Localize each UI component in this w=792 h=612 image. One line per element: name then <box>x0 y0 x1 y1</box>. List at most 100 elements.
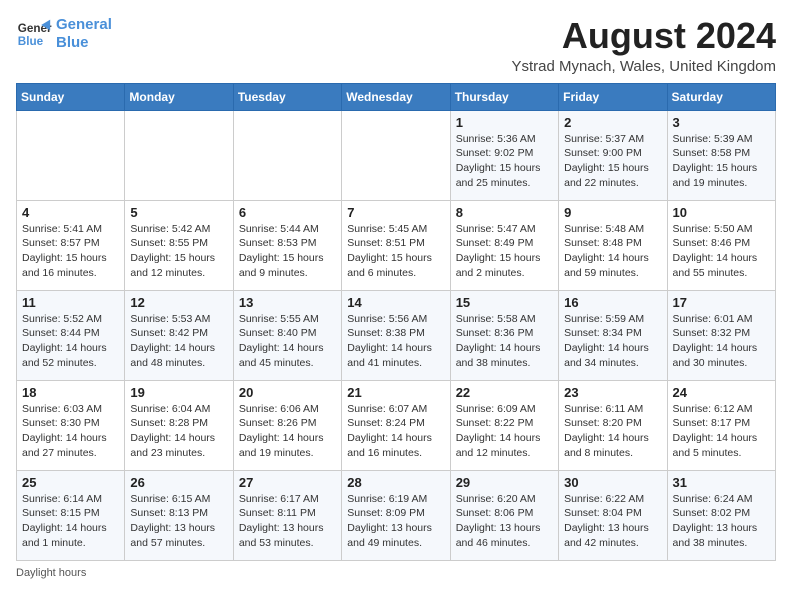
day-info: Sunrise: 6:15 AM Sunset: 8:13 PM Dayligh… <box>130 492 227 551</box>
calendar-cell: 10 Sunrise: 5:50 AM Sunset: 8:46 PM Dayli… <box>667 200 775 290</box>
day-number: 4 <box>22 205 119 220</box>
day-info: Sunrise: 6:09 AM Sunset: 8:22 PM Dayligh… <box>456 402 553 461</box>
day-number: 25 <box>22 475 119 490</box>
col-header-friday: Friday <box>559 83 667 110</box>
calendar-cell: 15 Sunrise: 5:58 AM Sunset: 8:36 PM Dayli… <box>450 290 558 380</box>
calendar-table: SundayMondayTuesdayWednesdayThursdayFrid… <box>16 83 776 561</box>
calendar-cell: 24 Sunrise: 6:12 AM Sunset: 8:17 PM Dayli… <box>667 380 775 470</box>
calendar-cell: 21Sunrise: 6:07 AM Sunset: 8:24 PM Dayli… <box>342 380 450 470</box>
calendar-week-1: 1 Sunrise: 5:36 AM Sunset: 9:02 PM Daylig… <box>17 110 776 200</box>
day-number: 15 <box>456 295 553 310</box>
calendar-week-4: 18 Sunrise: 6:03 AM Sunset: 8:30 PM Dayli… <box>17 380 776 470</box>
day-info: Sunrise: 5:36 AM Sunset: 9:02 PM Dayligh… <box>456 132 553 191</box>
day-info: Sunrise: 5:45 AM Sunset: 8:51 PM Dayligh… <box>347 222 444 281</box>
col-header-wednesday: Wednesday <box>342 83 450 110</box>
col-header-sunday: Sunday <box>17 83 125 110</box>
calendar-cell: 3Sunrise: 5:39 AM Sunset: 8:58 PM Daylig… <box>667 110 775 200</box>
col-header-tuesday: Tuesday <box>233 83 341 110</box>
calendar-week-2: 4Sunrise: 5:41 AM Sunset: 8:57 PM Daylig… <box>17 200 776 290</box>
calendar-cell: 23 Sunrise: 6:11 AM Sunset: 8:20 PM Dayli… <box>559 380 667 470</box>
calendar-cell: 18 Sunrise: 6:03 AM Sunset: 8:30 PM Dayli… <box>17 380 125 470</box>
calendar-cell: 5Sunrise: 5:42 AM Sunset: 8:55 PM Daylig… <box>125 200 233 290</box>
day-number: 19 <box>130 385 227 400</box>
day-info: Sunrise: 6:12 AM Sunset: 8:17 PM Dayligh… <box>673 402 770 461</box>
day-info: Sunrise: 5:39 AM Sunset: 8:58 PM Dayligh… <box>673 132 770 191</box>
calendar-cell: 6 Sunrise: 5:44 AM Sunset: 8:53 PM Daylig… <box>233 200 341 290</box>
day-number: 12 <box>130 295 227 310</box>
day-number: 31 <box>673 475 770 490</box>
day-info: Sunrise: 6:03 AM Sunset: 8:30 PM Dayligh… <box>22 402 119 461</box>
day-info: Sunrise: 5:48 AM Sunset: 8:48 PM Dayligh… <box>564 222 661 281</box>
day-info: Sunrise: 5:53 AM Sunset: 8:42 PM Dayligh… <box>130 312 227 371</box>
day-number: 27 <box>239 475 336 490</box>
main-title: August 2024 <box>511 16 776 56</box>
calendar-cell: 16 Sunrise: 5:59 AM Sunset: 8:34 PM Dayli… <box>559 290 667 380</box>
day-info: Sunrise: 5:50 AM Sunset: 8:46 PM Dayligh… <box>673 222 770 281</box>
col-header-thursday: Thursday <box>450 83 558 110</box>
calendar-cell: 20Sunrise: 6:06 AM Sunset: 8:26 PM Dayli… <box>233 380 341 470</box>
day-number: 6 <box>239 205 336 220</box>
day-info: Sunrise: 6:01 AM Sunset: 8:32 PM Dayligh… <box>673 312 770 371</box>
day-number: 24 <box>673 385 770 400</box>
subtitle: Ystrad Mynach, Wales, United Kingdom <box>511 58 776 75</box>
calendar-cell <box>17 110 125 200</box>
day-info: Sunrise: 6:24 AM Sunset: 8:02 PM Dayligh… <box>673 492 770 551</box>
day-number: 10 <box>673 205 770 220</box>
title-block: August 2024 Ystrad Mynach, Wales, United… <box>511 16 776 75</box>
calendar-cell: 14Sunrise: 5:56 AM Sunset: 8:38 PM Dayli… <box>342 290 450 380</box>
day-info: Sunrise: 6:19 AM Sunset: 8:09 PM Dayligh… <box>347 492 444 551</box>
day-info: Sunrise: 6:17 AM Sunset: 8:11 PM Dayligh… <box>239 492 336 551</box>
calendar-cell <box>233 110 341 200</box>
calendar-cell <box>342 110 450 200</box>
day-info: Sunrise: 6:22 AM Sunset: 8:04 PM Dayligh… <box>564 492 661 551</box>
day-number: 17 <box>673 295 770 310</box>
day-number: 18 <box>22 385 119 400</box>
day-info: Sunrise: 5:37 AM Sunset: 9:00 PM Dayligh… <box>564 132 661 191</box>
logo-icon: General Blue <box>16 16 52 52</box>
day-info: Sunrise: 6:20 AM Sunset: 8:06 PM Dayligh… <box>456 492 553 551</box>
calendar-cell: 7 Sunrise: 5:45 AM Sunset: 8:51 PM Daylig… <box>342 200 450 290</box>
day-info: Sunrise: 5:47 AM Sunset: 8:49 PM Dayligh… <box>456 222 553 281</box>
day-number: 1 <box>456 115 553 130</box>
calendar-cell: 1 Sunrise: 5:36 AM Sunset: 9:02 PM Daylig… <box>450 110 558 200</box>
day-info: Sunrise: 6:11 AM Sunset: 8:20 PM Dayligh… <box>564 402 661 461</box>
calendar-week-3: 11 Sunrise: 5:52 AM Sunset: 8:44 PM Dayli… <box>17 290 776 380</box>
calendar-cell: 11 Sunrise: 5:52 AM Sunset: 8:44 PM Dayli… <box>17 290 125 380</box>
day-info: Sunrise: 5:52 AM Sunset: 8:44 PM Dayligh… <box>22 312 119 371</box>
day-info: Sunrise: 5:58 AM Sunset: 8:36 PM Dayligh… <box>456 312 553 371</box>
calendar-cell: 26Sunrise: 6:15 AM Sunset: 8:13 PM Dayli… <box>125 470 233 560</box>
calendar-cell: 27 Sunrise: 6:17 AM Sunset: 8:11 PM Dayli… <box>233 470 341 560</box>
day-info: Sunrise: 5:55 AM Sunset: 8:40 PM Dayligh… <box>239 312 336 371</box>
day-info: Sunrise: 6:14 AM Sunset: 8:15 PM Dayligh… <box>22 492 119 551</box>
calendar-cell: 30Sunrise: 6:22 AM Sunset: 8:04 PM Dayli… <box>559 470 667 560</box>
calendar-cell: 31 Sunrise: 6:24 AM Sunset: 8:02 PM Dayli… <box>667 470 775 560</box>
calendar-cell: 13Sunrise: 5:55 AM Sunset: 8:40 PM Dayli… <box>233 290 341 380</box>
day-number: 22 <box>456 385 553 400</box>
day-number: 29 <box>456 475 553 490</box>
day-number: 28 <box>347 475 444 490</box>
logo-line2: Blue <box>56 34 89 51</box>
day-number: 2 <box>564 115 661 130</box>
day-number: 21 <box>347 385 444 400</box>
day-info: Sunrise: 5:59 AM Sunset: 8:34 PM Dayligh… <box>564 312 661 371</box>
calendar-cell: 12 Sunrise: 5:53 AM Sunset: 8:42 PM Dayli… <box>125 290 233 380</box>
day-number: 11 <box>22 295 119 310</box>
day-number: 16 <box>564 295 661 310</box>
day-number: 23 <box>564 385 661 400</box>
col-header-saturday: Saturday <box>667 83 775 110</box>
footer-note: Daylight hours <box>16 567 776 579</box>
calendar-cell: 2 Sunrise: 5:37 AM Sunset: 9:00 PM Daylig… <box>559 110 667 200</box>
calendar-header-row: SundayMondayTuesdayWednesdayThursdayFrid… <box>17 83 776 110</box>
calendar-week-5: 25 Sunrise: 6:14 AM Sunset: 8:15 PM Dayli… <box>17 470 776 560</box>
day-number: 7 <box>347 205 444 220</box>
calendar-cell <box>125 110 233 200</box>
day-info: Sunrise: 6:06 AM Sunset: 8:26 PM Dayligh… <box>239 402 336 461</box>
day-info: Sunrise: 5:56 AM Sunset: 8:38 PM Dayligh… <box>347 312 444 371</box>
calendar-cell: 22 Sunrise: 6:09 AM Sunset: 8:22 PM Dayli… <box>450 380 558 470</box>
day-number: 5 <box>130 205 227 220</box>
svg-text:Blue: Blue <box>18 35 44 48</box>
day-info: Sunrise: 5:44 AM Sunset: 8:53 PM Dayligh… <box>239 222 336 281</box>
footer-text: Daylight hours <box>16 567 86 579</box>
calendar-cell: 25 Sunrise: 6:14 AM Sunset: 8:15 PM Dayli… <box>17 470 125 560</box>
calendar-cell: 29 Sunrise: 6:20 AM Sunset: 8:06 PM Dayli… <box>450 470 558 560</box>
